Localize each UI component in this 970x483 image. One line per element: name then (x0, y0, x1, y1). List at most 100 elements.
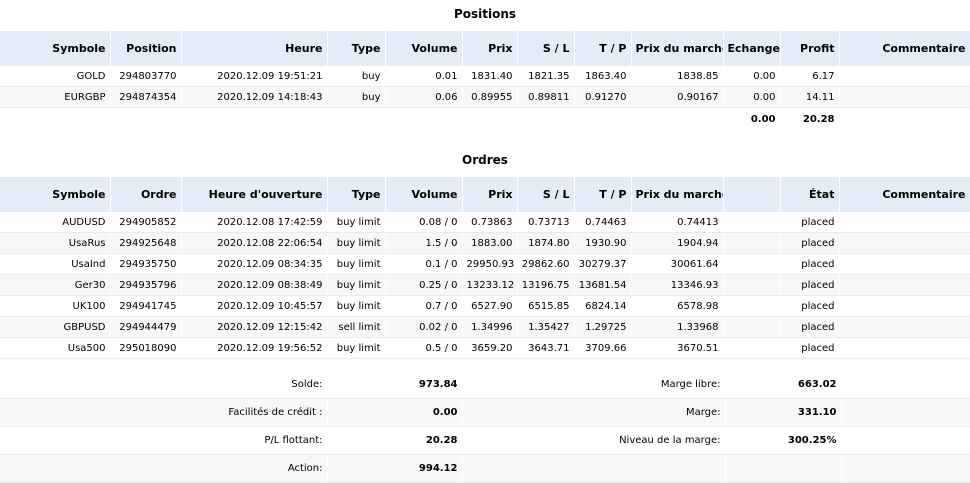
total-profit: 20.28 (780, 107, 840, 130)
col-heure[interactable]: Heure (181, 31, 328, 66)
col-profit[interactable]: Profit (780, 31, 840, 66)
table-cell: 0.01 (385, 66, 463, 87)
table-cell: 2020.12.09 19:56:52 (181, 337, 328, 359)
col-commentaire[interactable]: Commentaire (839, 177, 970, 212)
table-cell: UK100 (0, 295, 111, 317)
summary-label: Facilités de crédit : (0, 398, 328, 427)
summary-label: Marge libre: (462, 371, 726, 399)
table-cell: 0.74413 (631, 212, 724, 233)
table-row[interactable]: AUDUSD 294905852 2020.12.08 17:42:59 buy li… (0, 212, 970, 233)
table-cell: 3659.20 (462, 337, 518, 359)
orders-header-row: Symbole Ordre Heure d'ouverture Type Vol… (0, 177, 970, 212)
col-prix-marche[interactable]: Prix du marché (631, 31, 724, 66)
table-cell: 3643.71 (517, 337, 575, 359)
table-cell: UsaRus (0, 232, 111, 254)
col-position[interactable]: Position (110, 31, 182, 66)
table-cell: 294905852 (110, 212, 182, 233)
col-commentaire[interactable]: Commentaire (839, 31, 970, 66)
table-cell: buy (327, 66, 386, 87)
col-sl[interactable]: S / L (517, 177, 575, 212)
col-prix[interactable]: Prix (462, 177, 518, 212)
table-cell: placed (780, 232, 840, 254)
table-cell: 1863.40 (574, 66, 632, 87)
table-cell: 1.33968 (631, 316, 724, 338)
col-ordre[interactable]: Ordre (110, 177, 182, 212)
table-cell: placed (780, 295, 840, 317)
table-row[interactable]: GOLD 294803770 2020.12.09 19:51:21 buy 0.01 1… (0, 66, 970, 87)
table-cell: 294803770 (110, 66, 182, 87)
table-cell (839, 337, 970, 359)
summary-label: Solde: (0, 371, 328, 399)
table-row[interactable]: GBPUSD 294944479 2020.12.09 12:15:42 sell l… (0, 316, 970, 338)
empty-cell (462, 107, 518, 130)
col-tp[interactable]: T / P (574, 31, 632, 66)
table-cell: 14.11 (780, 86, 840, 108)
table-cell: 2020.12.08 22:06:54 (181, 232, 328, 254)
table-cell: 2020.12.08 17:42:59 (181, 212, 328, 233)
col-sl[interactable]: S / L (517, 31, 575, 66)
table-cell (839, 274, 970, 296)
table-cell: 1.5 / 0 (385, 232, 463, 254)
table-cell: 1883.00 (462, 232, 518, 254)
empty-cell (181, 107, 328, 130)
positions-total-row: 0.00 20.28 (0, 107, 970, 130)
table-cell: AUDUSD (0, 212, 111, 233)
table-cell: 0.08 / 0 (385, 212, 463, 233)
summary-row: Facilités de crédit :0.00 Marge: 331.10 (0, 398, 970, 427)
table-cell: 0.02 / 0 (385, 316, 463, 338)
col-etat[interactable]: État (780, 177, 840, 212)
table-cell: 0.25 / 0 (385, 274, 463, 296)
table-cell (839, 66, 970, 87)
empty-cell (0, 107, 111, 130)
table-cell: 1874.80 (517, 232, 575, 254)
col-blank (723, 177, 781, 212)
col-volume[interactable]: Volume (385, 177, 463, 212)
table-row[interactable]: EURGBP 294874354 2020.12.09 14:18:43 buy 0.0… (0, 86, 970, 108)
empty-cell (725, 454, 842, 483)
table-cell: placed (780, 253, 840, 275)
table-cell (723, 337, 781, 359)
summary-value: 994.12 (327, 454, 463, 483)
summary-body: Solde: 973.84 Marge libre: 663.02 Facilités … (0, 371, 970, 483)
table-cell: 30061.64 (631, 253, 724, 275)
table-cell: 1838.85 (631, 66, 724, 87)
summary-value: 0.00 (327, 398, 463, 427)
orders-title: Ordres (462, 153, 508, 167)
table-cell: 13233.12 (462, 274, 518, 296)
empty-cell (110, 107, 182, 130)
col-prix[interactable]: Prix (462, 31, 518, 66)
col-tp[interactable]: T / P (574, 177, 632, 212)
table-cell: 2020.12.09 12:15:42 (181, 316, 328, 338)
col-heure-ouverture[interactable]: Heure d'ouverture (181, 177, 328, 212)
table-row[interactable]: UsaRus 294925648 2020.12.08 22:06:54 buy li… (0, 232, 970, 254)
table-cell: 0.89955 (462, 86, 518, 108)
table-row[interactable]: Ger30 294935796 2020.12.09 08:38:49 buy lim… (0, 274, 970, 296)
table-cell (839, 232, 970, 254)
orders-body: AUDUSD 294905852 2020.12.08 17:42:59 buy li… (0, 212, 970, 359)
col-prix-marche[interactable]: Prix du marché (631, 177, 724, 212)
summary-value: 20.28 (327, 426, 463, 455)
empty-cell (385, 107, 463, 130)
col-volume[interactable]: Volume (385, 31, 463, 66)
table-cell: 1930.90 (574, 232, 632, 254)
table-row[interactable]: UK100 294941745 2020.12.09 10:45:57 buy lim… (0, 295, 970, 317)
empty-cell (841, 398, 970, 427)
col-symbole[interactable]: Symbole (0, 31, 111, 66)
table-cell: placed (780, 316, 840, 338)
col-type[interactable]: Type (327, 177, 386, 212)
col-echange[interactable]: Echange (723, 31, 781, 66)
table-cell: 295018090 (110, 337, 182, 359)
col-type[interactable]: Type (327, 31, 386, 66)
table-cell: 1821.35 (517, 66, 575, 87)
col-symbole[interactable]: Symbole (0, 177, 111, 212)
summary-value: 973.84 (327, 371, 463, 399)
table-row[interactable]: Usa500 295018090 2020.12.09 19:56:52 buy li… (0, 337, 970, 359)
table-row[interactable]: UsaInd 294935750 2020.12.09 08:34:35 buy li… (0, 253, 970, 275)
table-cell: sell limit (327, 316, 386, 338)
table-cell: UsaInd (0, 253, 111, 275)
table-cell: GOLD (0, 66, 111, 87)
table-cell: 0.1 / 0 (385, 253, 463, 275)
summary-value: 663.02 (725, 371, 842, 399)
positions-header-row: Symbole Position Heure Type Volume Prix … (0, 31, 970, 66)
summary-row: Action: 994.12 (0, 454, 970, 483)
